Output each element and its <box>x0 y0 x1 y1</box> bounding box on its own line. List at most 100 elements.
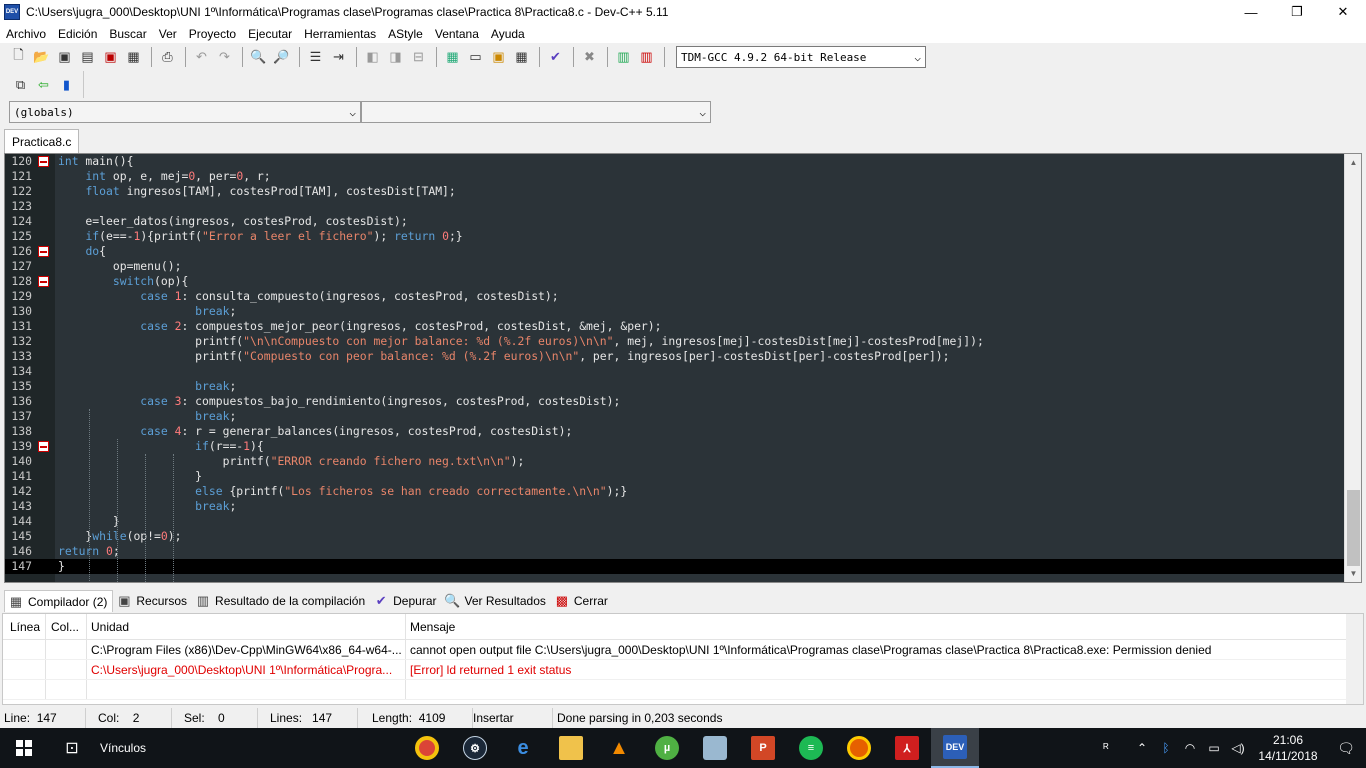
people-icon[interactable]: ᴿ <box>1094 741 1118 755</box>
stop-execution-icon[interactable]: ✖ <box>579 47 600 68</box>
code-line[interactable]: 123 <box>5 199 1345 214</box>
utorrent-icon[interactable]: µ <box>643 728 691 768</box>
replace-icon[interactable]: 🔎 <box>271 47 292 68</box>
file-explorer-icon[interactable] <box>547 728 595 768</box>
menu-ver[interactable]: Ver <box>153 27 183 41</box>
steam-icon[interactable]: ⚙ <box>451 728 499 768</box>
goto-bookmark-icon[interactable]: ⇥ <box>328 47 349 68</box>
code-line[interactable]: 130 break; <box>5 304 1345 319</box>
vlc-icon[interactable]: ▲ <box>595 728 643 768</box>
code-line[interactable]: 145 }while(op!=0); <box>5 529 1345 544</box>
close-all-icon[interactable]: ▦ <box>123 47 144 68</box>
acrobat-icon[interactable]: ⅄ <box>883 728 931 768</box>
code-line[interactable]: 143 break; <box>5 499 1345 514</box>
code-line[interactable]: 146 return 0; <box>5 544 1345 559</box>
code-line[interactable]: 122 float ingresos[TAM], costesProd[TAM]… <box>5 184 1345 199</box>
code-line[interactable]: 131 case 2: compuestos_mejor_peor(ingres… <box>5 319 1345 334</box>
new-file-icon[interactable]: 🗋 <box>8 47 29 68</box>
rebuild-all-icon[interactable]: ▦ <box>511 47 532 68</box>
print-icon[interactable]: ⎙ <box>157 47 178 68</box>
menu-edicion[interactable]: Edición <box>52 27 103 41</box>
compile-run-icon[interactable]: ▣ <box>488 47 509 68</box>
fold-minus-icon[interactable] <box>38 156 49 167</box>
menu-herramientas[interactable]: Herramientas <box>298 27 382 41</box>
powerpoint-icon[interactable]: P <box>739 728 787 768</box>
indent-icon[interactable]: ◨ <box>385 47 406 68</box>
code-line[interactable]: 135 break; <box>5 379 1345 394</box>
editor-scrollbar[interactable]: ▲ ▼ <box>1344 154 1361 582</box>
message-row-error[interactable]: C:\Users\jugra_000\Desktop\UNI 1º\Inform… <box>3 660 1363 680</box>
close-button[interactable]: ✕ <box>1320 0 1366 24</box>
task-view-icon[interactable]: ⊡ <box>48 728 96 768</box>
compiler-select[interactable]: TDM-GCC 4.9.2 64-bit Release ⌵ <box>676 46 926 68</box>
code-line[interactable]: 129 case 1: consulta_compuesto(ingresos,… <box>5 289 1345 304</box>
chevron-up-icon[interactable]: ⌃ <box>1130 741 1154 755</box>
windows-start-icon[interactable] <box>0 728 48 768</box>
battery-icon[interactable]: ▭ <box>1202 741 1226 755</box>
profile-chart-icon[interactable]: ▥ <box>613 47 634 68</box>
scroll-up-icon[interactable]: ▲ <box>1345 154 1361 171</box>
menu-proyecto[interactable]: Proyecto <box>183 27 242 41</box>
tab-compilador[interactable]: ▦ Compilador (2) <box>4 590 114 612</box>
wifi-icon[interactable]: ◠ <box>1178 741 1202 755</box>
code-line[interactable]: 124 e=leer_datos(ingresos, costesProd, c… <box>5 214 1345 229</box>
code-area[interactable]: 120 int main(){121 int op, e, mej=0, per=… <box>5 154 1345 582</box>
spotify-icon[interactable]: ≡ <box>787 728 835 768</box>
code-line[interactable]: 134 <box>5 364 1345 379</box>
minimize-button[interactable]: — <box>1228 0 1274 24</box>
menu-ejecutar[interactable]: Ejecutar <box>242 27 298 41</box>
code-line[interactable]: 132 printf("\n\nCompuesto con mejor bala… <box>5 334 1345 349</box>
menu-ayuda[interactable]: Ayuda <box>485 27 531 41</box>
code-line[interactable]: 121 int op, e, mej=0, per=0, r; <box>5 169 1345 184</box>
code-line[interactable]: 144 } <box>5 514 1345 529</box>
code-line[interactable]: 147} <box>5 559 1345 574</box>
chrome-icon[interactable] <box>403 728 451 768</box>
code-line[interactable]: 126 do{ <box>5 244 1345 259</box>
fold-minus-icon[interactable] <box>38 276 49 287</box>
message-row[interactable]: C:\Program Files (x86)\Dev-Cpp\MinGW64\x… <box>3 640 1363 660</box>
toggle-comment-icon[interactable]: ⊟ <box>408 47 429 68</box>
code-line[interactable]: 138 case 4: r = generar_balances(ingreso… <box>5 424 1345 439</box>
compile-icon[interactable]: ▦ <box>442 47 463 68</box>
find-icon[interactable]: 🔍 <box>248 47 269 68</box>
code-line[interactable]: 142 else {printf("Los ficheros se han cr… <box>5 484 1345 499</box>
code-line[interactable]: 125 if(e==-1){printf("Error a leer el fi… <box>5 229 1345 244</box>
code-line[interactable]: 133 printf("Compuesto con peor balance: … <box>5 349 1345 364</box>
links-toolbar[interactable]: Vínculos <box>100 741 146 755</box>
menu-archivo[interactable]: Archivo <box>0 27 52 41</box>
save-all-icon[interactable]: ▤ <box>77 47 98 68</box>
tab-recursos[interactable]: ▣ Recursos <box>113 590 192 612</box>
tab-depurar[interactable]: ✔ Depurar <box>370 590 441 612</box>
close-file-icon[interactable]: ▣ <box>100 47 121 68</box>
scrollbar-thumb[interactable] <box>1347 490 1360 566</box>
maximize-button[interactable]: ❐ <box>1274 0 1320 24</box>
code-editor[interactable]: 120 int main(){121 int op, e, mej=0, per=… <box>4 153 1362 583</box>
fold-minus-icon[interactable] <box>38 246 49 257</box>
header-mensaje[interactable]: Mensaje <box>406 614 1363 639</box>
tab-practica8[interactable]: Practica8.c <box>4 129 80 153</box>
code-line[interactable]: 141 } <box>5 469 1345 484</box>
devcpp-taskbar-icon[interactable]: DEV <box>931 728 979 768</box>
tab-ver-resultados[interactable]: 🔍 Ver Resultados <box>442 590 551 612</box>
menu-astyle[interactable]: AStyle <box>382 27 429 41</box>
code-line[interactable]: 137 break; <box>5 409 1345 424</box>
bluetooth-icon[interactable]: ᛒ <box>1154 741 1178 755</box>
code-line[interactable]: 139 if(r==-1){ <box>5 439 1345 454</box>
menu-buscar[interactable]: Buscar <box>103 27 152 41</box>
header-col[interactable]: Col... <box>46 614 87 639</box>
compiler-messages[interactable]: Línea Col... Unidad Mensaje C:\Program F… <box>2 613 1364 705</box>
syntax-check-icon[interactable]: ✔ <box>545 47 566 68</box>
header-unidad[interactable]: Unidad <box>87 614 406 639</box>
tab-resultado-compilacion[interactable]: ▥ Resultado de la compilación <box>192 590 370 612</box>
code-line[interactable]: 128 switch(op){ <box>5 274 1345 289</box>
scope-combo[interactable]: (globals) ⌵ <box>9 101 361 123</box>
code-line[interactable]: 127 op=menu(); <box>5 259 1345 274</box>
scroll-down-icon[interactable]: ▼ <box>1345 565 1361 582</box>
messages-scrollbar[interactable] <box>1346 614 1363 704</box>
function-combo[interactable]: ⌵ <box>361 101 711 123</box>
project-options-icon[interactable]: ▮ <box>56 74 77 95</box>
delete-profile-icon[interactable]: ▥ <box>636 47 657 68</box>
code-line[interactable]: 140 printf("ERROR creando fichero neg.tx… <box>5 454 1345 469</box>
code-line[interactable]: 136 case 3: compuestos_bajo_rendimiento(… <box>5 394 1345 409</box>
undo-icon[interactable]: ↶ <box>191 47 212 68</box>
